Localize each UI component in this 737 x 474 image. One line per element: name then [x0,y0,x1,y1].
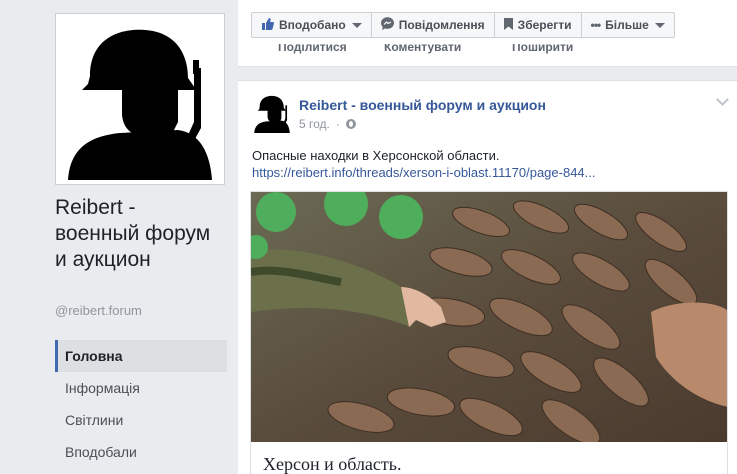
post-text: Опасные находки в Херсонской области. [252,148,500,163]
chevron-down-icon [351,22,362,28]
soldier-silhouette-image [60,18,220,180]
nav-item-home[interactable]: Головна [55,340,227,372]
messenger-icon [380,17,394,33]
post-options-chevron-icon[interactable] [716,93,729,106]
page-nav: Головна Інформація Світлини Вподобали [55,340,227,468]
action-bar: Вподобано Повідомлення Зберегти ••• Біль… [251,12,675,38]
repost-link-partial[interactable]: Поширити [512,44,573,54]
attachment-title[interactable]: Херсон и область. [251,442,727,474]
more-button-label: Більше [605,18,649,32]
save-button-label: Зберегти [517,18,572,32]
post-timestamp[interactable]: 5 год. [299,117,330,131]
thumbs-up-icon [261,17,274,33]
post-meta: 5 год. · [299,117,356,131]
post-author-name[interactable]: Reibert - военный форум и аукцион [299,97,546,113]
attachment-image [251,192,727,442]
feed-post: Reibert - военный форум и аукцион 5 год.… [238,80,737,474]
post-author-avatar[interactable] [252,93,292,133]
nav-item-info[interactable]: Інформація [55,372,227,404]
share-link-partial[interactable]: Поділитися [278,44,347,54]
link-attachment[interactable]: Херсон и область. [250,191,728,474]
globe-icon[interactable] [345,119,356,129]
page-title[interactable]: Reibert - военный форум и аукцион [55,195,225,273]
separator-dot: · [335,117,340,131]
nav-item-photos[interactable]: Світлини [55,404,227,436]
liked-button-label: Вподобано [279,18,346,32]
page-username[interactable]: @reibert.forum [55,303,142,318]
bookmark-icon [503,17,513,33]
liked-button[interactable]: Вподобано [251,12,372,38]
profile-picture[interactable] [55,13,225,185]
message-button-label: Повідомлення [398,18,485,32]
page-actions-card: Вподобано Повідомлення Зберегти ••• Біль… [238,0,737,67]
save-button[interactable]: Зберегти [493,12,582,38]
chevron-down-icon [654,22,665,28]
message-button[interactable]: Повідомлення [370,12,495,38]
post-link[interactable]: https://reibert.info/threads/xerson-i-ob… [252,165,596,180]
more-dots-icon: ••• [590,18,602,32]
comment-link-partial[interactable]: Коментувати [384,44,461,54]
nav-item-likes[interactable]: Вподобали [55,436,227,468]
more-button[interactable]: ••• Більше [580,12,675,38]
left-column: Reibert - военный форум и аукцион @reibe… [0,0,238,474]
previous-post-actions: Поділитися Коментувати Поширити [238,44,737,56]
